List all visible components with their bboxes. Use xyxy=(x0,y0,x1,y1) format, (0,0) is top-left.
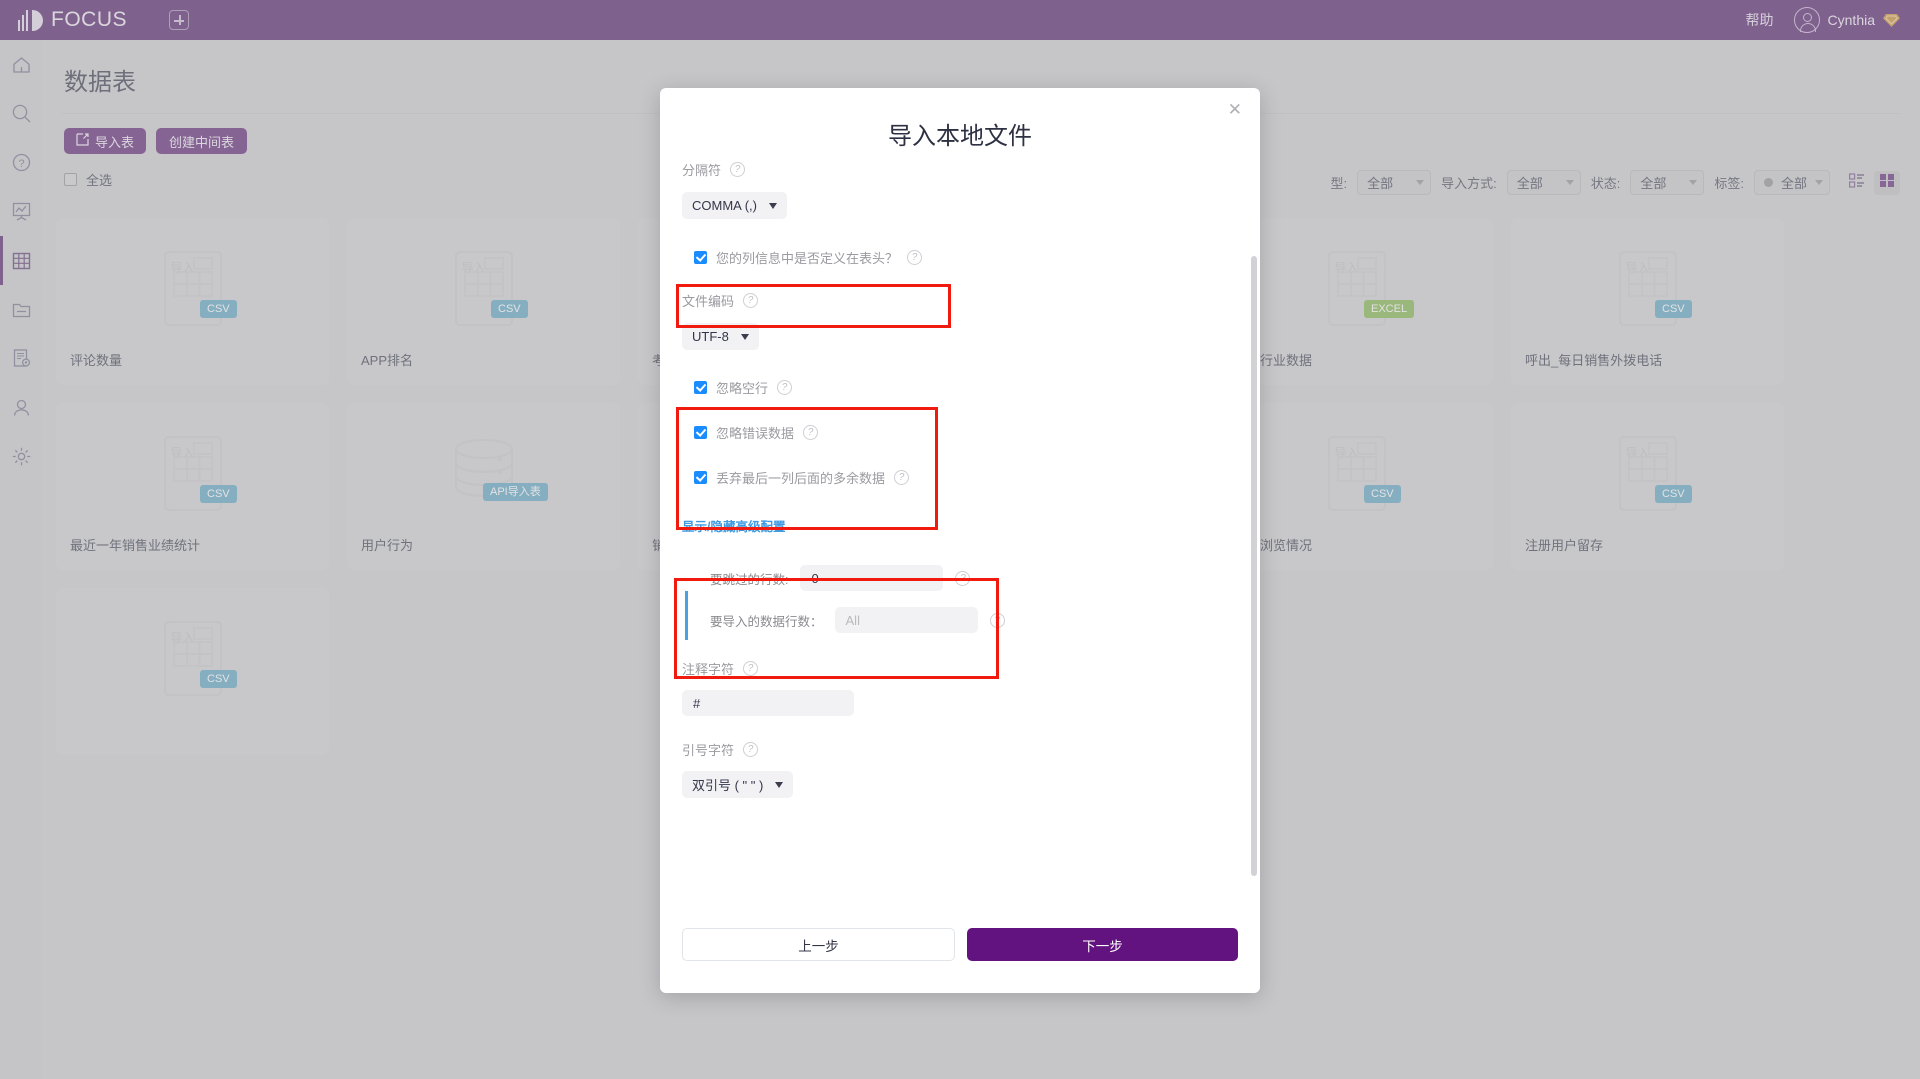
comment-char-input[interactable]: # xyxy=(682,690,854,716)
chevron-down-icon xyxy=(769,203,777,209)
active-field-indicator xyxy=(685,591,688,640)
encoding-value: UTF-8 xyxy=(692,329,729,344)
ignore-error-checkbox[interactable] xyxy=(694,426,707,439)
quote-char-label-row: 引号字符 ? xyxy=(682,740,1238,759)
dialog-footer: 上一步 下一步 xyxy=(682,928,1238,961)
highlight-box-row-options xyxy=(676,407,938,530)
question-mark-icon[interactable]: ? xyxy=(777,380,792,395)
header-checkbox[interactable] xyxy=(694,251,707,264)
delimiter-label-row: 分隔符 ? xyxy=(682,160,1238,179)
ignore-blank-checkbox[interactable] xyxy=(694,381,707,394)
highlight-box-header-option xyxy=(676,284,951,328)
header-checkbox-label: 您的列信息中是否定义在表头？ xyxy=(716,248,898,267)
ignore-blank-row[interactable]: 忽略空行 ? xyxy=(694,378,1238,397)
previous-step-button[interactable]: 上一步 xyxy=(682,928,955,961)
dialog-body: 分隔符 ? COMMA (,) 您的列信息中是否定义在表头？ ? 文件编码 ? … xyxy=(660,160,1260,885)
question-mark-icon[interactable]: ? xyxy=(743,742,758,757)
ignore-blank-label: 忽略空行 xyxy=(716,378,768,397)
chevron-down-icon xyxy=(775,782,783,788)
comment-char-value: # xyxy=(693,696,700,711)
next-step-button[interactable]: 下一步 xyxy=(967,928,1238,961)
delimiter-label: 分隔符 xyxy=(682,160,721,179)
quote-char-select[interactable]: 双引号 ( " " ) xyxy=(682,771,793,798)
quote-char-value: 双引号 ( " " ) xyxy=(692,775,763,794)
header-checkbox-row[interactable]: 您的列信息中是否定义在表头？ ? xyxy=(694,248,1238,267)
close-icon[interactable]: ✕ xyxy=(1228,101,1242,118)
quote-char-label: 引号字符 xyxy=(682,740,734,759)
drop-extra-checkbox[interactable] xyxy=(694,471,707,484)
question-mark-icon[interactable]: ? xyxy=(730,162,745,177)
highlight-box-advanced xyxy=(674,578,999,679)
question-mark-icon[interactable]: ? xyxy=(907,250,922,265)
import-local-file-dialog: ✕ 导入本地文件 分隔符 ? COMMA (,) 您的列信息中是否定义在表头？ … xyxy=(660,88,1260,993)
chevron-down-icon xyxy=(741,334,749,340)
dialog-title: 导入本地文件 xyxy=(660,116,1260,151)
delimiter-select[interactable]: COMMA (,) xyxy=(682,192,787,219)
dialog-scrollbar[interactable] xyxy=(1251,256,1257,876)
delimiter-value: COMMA (,) xyxy=(692,198,757,213)
